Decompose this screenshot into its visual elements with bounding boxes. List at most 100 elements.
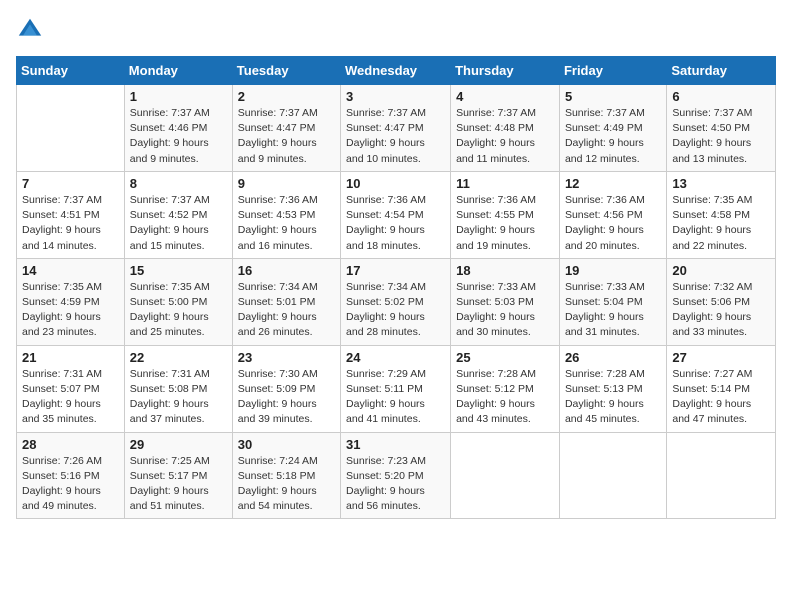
calendar-cell: 31 Sunrise: 7:23 AMSunset: 5:20 PMDayligh… [341,432,451,519]
col-header-wednesday: Wednesday [341,57,451,85]
calendar-cell: 20Sunrise: 7:32 AMSunset: 5:06 PMDayligh… [667,258,776,345]
logo-icon [16,16,44,44]
day-info: Sunrise: 7:37 AMSunset: 4:50 PMDaylight:… [672,106,770,167]
day-info: Sunrise: 7:37 AMSunset: 4:52 PMDaylight:… [130,193,227,254]
day-info: Sunrise: 7:29 AMSunset: 5:11 PMDaylight:… [346,367,445,428]
calendar-cell: 22Sunrise: 7:31 AMSunset: 5:08 PMDayligh… [124,345,232,432]
calendar-cell: 15 Sunrise: 7:35 AMSunset: 5:00 PMDayligh… [124,258,232,345]
day-info: Sunrise: 7:37 AMSunset: 4:49 PMDaylight:… [565,106,661,167]
calendar-cell: 28 Sunrise: 7:26 AMSunset: 5:16 PMDayligh… [17,432,125,519]
day-info: Sunrise: 7:34 AMSunset: 5:02 PMDaylight:… [346,280,445,341]
col-header-monday: Monday [124,57,232,85]
calendar-cell: 9 Sunrise: 7:36 AMSunset: 4:53 PMDaylight… [232,171,340,258]
calendar-cell: 24 Sunrise: 7:29 AMSunset: 5:11 PMDayligh… [341,345,451,432]
calendar-cell: 19 Sunrise: 7:33 AMSunset: 5:04 PMDayligh… [559,258,666,345]
day-number: 1 [130,89,227,104]
day-info: Sunrise: 7:37 AMSunset: 4:48 PMDaylight:… [456,106,554,167]
day-number: 5 [565,89,661,104]
day-number: 2 [238,89,335,104]
day-number: 3 [346,89,445,104]
logo [16,16,48,44]
day-info: Sunrise: 7:37 AMSunset: 4:46 PMDaylight:… [130,106,227,167]
day-info: Sunrise: 7:35 AMSunset: 5:00 PMDaylight:… [130,280,227,341]
day-number: 13 [672,176,770,191]
day-number: 9 [238,176,335,191]
day-info: Sunrise: 7:33 AMSunset: 5:04 PMDaylight:… [565,280,661,341]
day-info: Sunrise: 7:25 AMSunset: 5:17 PMDaylight:… [130,454,227,515]
day-number: 22 [130,350,227,365]
calendar-cell: 7 Sunrise: 7:37 AMSunset: 4:51 PMDaylight… [17,171,125,258]
calendar-cell: 16 Sunrise: 7:34 AMSunset: 5:01 PMDayligh… [232,258,340,345]
day-number: 21 [22,350,119,365]
day-number: 28 [22,437,119,452]
day-info: Sunrise: 7:26 AMSunset: 5:16 PMDaylight:… [22,454,119,515]
day-info: Sunrise: 7:31 AMSunset: 5:07 PMDaylight:… [22,367,119,428]
day-number: 12 [565,176,661,191]
day-number: 18 [456,263,554,278]
calendar-cell: 27 Sunrise: 7:27 AMSunset: 5:14 PMDayligh… [667,345,776,432]
day-info: Sunrise: 7:30 AMSunset: 5:09 PMDaylight:… [238,367,335,428]
calendar-cell [667,432,776,519]
day-number: 16 [238,263,335,278]
calendar-cell: 29 Sunrise: 7:25 AMSunset: 5:17 PMDayligh… [124,432,232,519]
day-number: 6 [672,89,770,104]
calendar-cell: 2Sunrise: 7:37 AMSunset: 4:47 PMDaylight… [232,85,340,172]
day-number: 15 [130,263,227,278]
calendar-cell: 14 Sunrise: 7:35 AMSunset: 4:59 PMDayligh… [17,258,125,345]
day-number: 8 [130,176,227,191]
day-number: 29 [130,437,227,452]
day-number: 19 [565,263,661,278]
col-header-sunday: Sunday [17,57,125,85]
calendar-cell: 1 Sunrise: 7:37 AMSunset: 4:46 PMDaylight… [124,85,232,172]
day-number: 26 [565,350,661,365]
day-number: 17 [346,263,445,278]
day-number: 4 [456,89,554,104]
day-info: Sunrise: 7:23 AMSunset: 5:20 PMDaylight:… [346,454,445,515]
day-info: Sunrise: 7:35 AMSunset: 4:58 PMDaylight:… [672,193,770,254]
day-number: 14 [22,263,119,278]
calendar-cell: 30 Sunrise: 7:24 AMSunset: 5:18 PMDayligh… [232,432,340,519]
col-header-saturday: Saturday [667,57,776,85]
day-info: Sunrise: 7:24 AMSunset: 5:18 PMDaylight:… [238,454,335,515]
day-info: Sunrise: 7:35 AMSunset: 4:59 PMDaylight:… [22,280,119,341]
calendar-cell: 10 Sunrise: 7:36 AMSunset: 4:54 PMDayligh… [341,171,451,258]
calendar-cell: 5 Sunrise: 7:37 AMSunset: 4:49 PMDaylight… [559,85,666,172]
day-info: Sunrise: 7:36 AMSunset: 4:53 PMDaylight:… [238,193,335,254]
calendar-cell: 11 Sunrise: 7:36 AMSunset: 4:55 PMDayligh… [451,171,560,258]
calendar-table: SundayMondayTuesdayWednesdayThursdayFrid… [16,56,776,519]
calendar-cell: 6 Sunrise: 7:37 AMSunset: 4:50 PMDaylight… [667,85,776,172]
calendar-cell: 13 Sunrise: 7:35 AMSunset: 4:58 PMDayligh… [667,171,776,258]
calendar-cell [17,85,125,172]
day-number: 27 [672,350,770,365]
day-number: 20 [672,263,770,278]
calendar-cell: 23 Sunrise: 7:30 AMSunset: 5:09 PMDayligh… [232,345,340,432]
day-info: Sunrise: 7:34 AMSunset: 5:01 PMDaylight:… [238,280,335,341]
day-number: 7 [22,176,119,191]
day-number: 25 [456,350,554,365]
calendar-cell: 21 Sunrise: 7:31 AMSunset: 5:07 PMDayligh… [17,345,125,432]
day-info: Sunrise: 7:28 AMSunset: 5:12 PMDaylight:… [456,367,554,428]
day-number: 30 [238,437,335,452]
calendar-cell: 4 Sunrise: 7:37 AMSunset: 4:48 PMDaylight… [451,85,560,172]
day-info: Sunrise: 7:37 AMSunset: 4:51 PMDaylight:… [22,193,119,254]
day-number: 31 [346,437,445,452]
day-info: Sunrise: 7:36 AMSunset: 4:54 PMDaylight:… [346,193,445,254]
calendar-cell: 3Sunrise: 7:37 AMSunset: 4:47 PMDaylight… [341,85,451,172]
calendar-cell: 17 Sunrise: 7:34 AMSunset: 5:02 PMDayligh… [341,258,451,345]
day-info: Sunrise: 7:27 AMSunset: 5:14 PMDaylight:… [672,367,770,428]
day-info: Sunrise: 7:36 AMSunset: 4:55 PMDaylight:… [456,193,554,254]
day-info: Sunrise: 7:28 AMSunset: 5:13 PMDaylight:… [565,367,661,428]
day-info: Sunrise: 7:33 AMSunset: 5:03 PMDaylight:… [456,280,554,341]
calendar-cell: 26 Sunrise: 7:28 AMSunset: 5:13 PMDayligh… [559,345,666,432]
col-header-thursday: Thursday [451,57,560,85]
day-number: 10 [346,176,445,191]
day-number: 11 [456,176,554,191]
day-number: 23 [238,350,335,365]
calendar-cell: 18 Sunrise: 7:33 AMSunset: 5:03 PMDayligh… [451,258,560,345]
calendar-cell [451,432,560,519]
calendar-cell: 12 Sunrise: 7:36 AMSunset: 4:56 PMDayligh… [559,171,666,258]
day-info: Sunrise: 7:36 AMSunset: 4:56 PMDaylight:… [565,193,661,254]
calendar-cell: 25 Sunrise: 7:28 AMSunset: 5:12 PMDayligh… [451,345,560,432]
col-header-friday: Friday [559,57,666,85]
day-number: 24 [346,350,445,365]
